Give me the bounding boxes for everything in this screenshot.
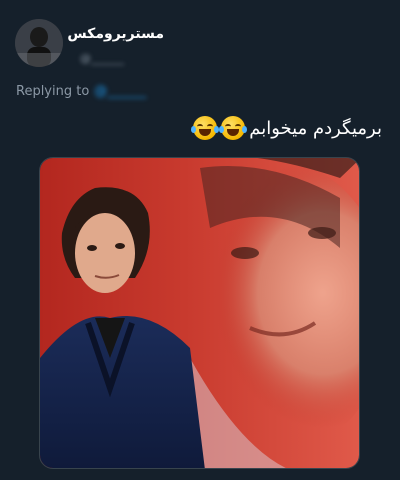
tweet-text-content: برمیگردم میخوابم (249, 117, 382, 139)
avatar-image (15, 19, 63, 67)
tweet-text: برمیگردم میخوابم (191, 116, 382, 140)
replying-to-label: Replying to (16, 84, 90, 99)
username[interactable]: @______ (80, 52, 124, 65)
face-with-tears-of-joy-icon (191, 116, 220, 140)
replying-to: Replying to @______ (16, 84, 146, 99)
tweet: مستریرومکس @______ Replying to @______ بر… (0, 0, 400, 480)
media-photo (40, 158, 359, 468)
avatar[interactable] (15, 19, 63, 67)
face-with-tears-of-joy-icon (219, 116, 248, 140)
tweet-media-image[interactable] (39, 157, 360, 469)
replying-to-handle[interactable]: @______ (94, 84, 146, 99)
display-name[interactable]: مستریرومکس (67, 26, 164, 42)
